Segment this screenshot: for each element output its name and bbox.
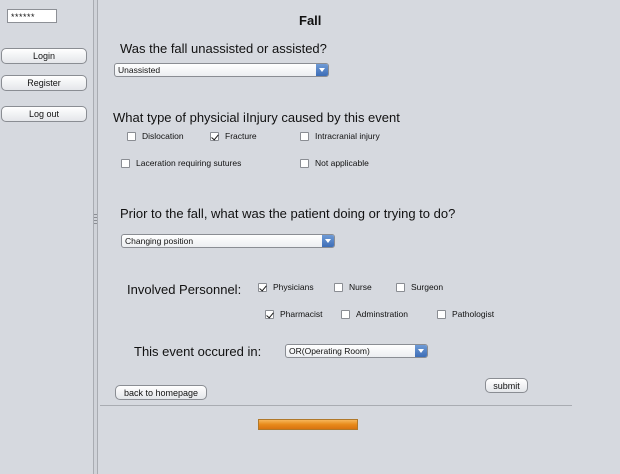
checkbox-label: Nurse bbox=[349, 282, 372, 292]
checkbox-label: Surgeon bbox=[411, 282, 444, 292]
question-prior-activity: Prior to the fall, what was the patient … bbox=[120, 206, 456, 221]
question-injury-type: What type of physicial iInjury caused by… bbox=[113, 110, 400, 125]
checkbox-laceration[interactable]: Laceration requiring sutures bbox=[121, 158, 241, 168]
location-select[interactable]: OR(Operating Room) bbox=[285, 344, 428, 358]
checkbox-icon[interactable] bbox=[341, 309, 350, 319]
divider-grip-icon[interactable] bbox=[94, 214, 97, 226]
login-button[interactable]: Login bbox=[1, 48, 87, 64]
checkbox-fracture[interactable]: Fracture bbox=[210, 131, 257, 141]
prior-activity-select[interactable]: Changing position bbox=[121, 234, 335, 248]
chevron-down-icon[interactable] bbox=[415, 345, 427, 357]
checkbox-icon[interactable] bbox=[334, 282, 343, 292]
checkbox-surgeon[interactable]: Surgeon bbox=[396, 282, 443, 292]
checkbox-label: Laceration requiring sutures bbox=[136, 158, 242, 168]
assisted-select[interactable]: Unassisted bbox=[114, 63, 329, 77]
chevron-down-icon[interactable] bbox=[322, 235, 334, 247]
checkbox-label: Intracranial injury bbox=[315, 131, 380, 141]
split-pane-divider[interactable] bbox=[93, 0, 98, 474]
checkbox-label: Fracture bbox=[225, 131, 257, 141]
checkbox-pharmacist[interactable]: Pharmacist bbox=[265, 309, 323, 319]
checkbox-icon[interactable] bbox=[300, 158, 309, 168]
submit-button[interactable]: submit bbox=[485, 378, 528, 393]
checkbox-adminstration[interactable]: Adminstration bbox=[341, 309, 408, 319]
logout-button[interactable]: Log out bbox=[1, 106, 87, 122]
checkbox-icon[interactable] bbox=[265, 309, 274, 319]
page-title: Fall bbox=[299, 13, 322, 28]
register-button[interactable]: Register bbox=[1, 75, 87, 91]
checkbox-label: Adminstration bbox=[356, 309, 408, 319]
checkbox-label: Pathologist bbox=[452, 309, 495, 319]
checkbox-not-applicable[interactable]: Not applicable bbox=[300, 158, 369, 168]
checkbox-label: Dislocation bbox=[142, 131, 184, 141]
checkbox-icon[interactable] bbox=[300, 131, 309, 141]
checkbox-dislocation[interactable]: Dislocation bbox=[127, 131, 184, 141]
location-label: This event occured in: bbox=[134, 344, 262, 359]
checkbox-icon[interactable] bbox=[127, 131, 136, 141]
checkbox-intracranial-injury[interactable]: Intracranial injury bbox=[300, 131, 380, 141]
checkbox-label: Not applicable bbox=[315, 158, 369, 168]
back-to-homepage-button[interactable]: back to homepage bbox=[115, 385, 207, 400]
checkbox-icon[interactable] bbox=[258, 282, 267, 292]
assisted-select-value: Unassisted bbox=[118, 65, 161, 75]
separator bbox=[100, 405, 572, 406]
checkbox-label: Physicians bbox=[273, 282, 314, 292]
checkbox-physicians[interactable]: Physicians bbox=[258, 282, 314, 292]
checkbox-icon[interactable] bbox=[121, 158, 130, 168]
checkbox-icon[interactable] bbox=[437, 309, 446, 319]
left-panel bbox=[0, 0, 93, 474]
chevron-down-icon[interactable] bbox=[316, 64, 328, 76]
progress-bar bbox=[258, 419, 358, 430]
question-assisted: Was the fall unassisted or assisted? bbox=[120, 41, 327, 56]
personnel-label: Involved Personnel: bbox=[127, 282, 242, 297]
checkbox-pathologist[interactable]: Pathologist bbox=[437, 309, 494, 319]
location-select-value: OR(Operating Room) bbox=[289, 346, 370, 356]
password-field[interactable]: ****** bbox=[7, 9, 57, 23]
checkbox-icon[interactable] bbox=[396, 282, 405, 292]
prior-activity-select-value: Changing position bbox=[125, 236, 194, 246]
checkbox-label: Pharmacist bbox=[280, 309, 323, 319]
checkbox-icon[interactable] bbox=[210, 131, 219, 141]
checkbox-nurse[interactable]: Nurse bbox=[334, 282, 372, 292]
